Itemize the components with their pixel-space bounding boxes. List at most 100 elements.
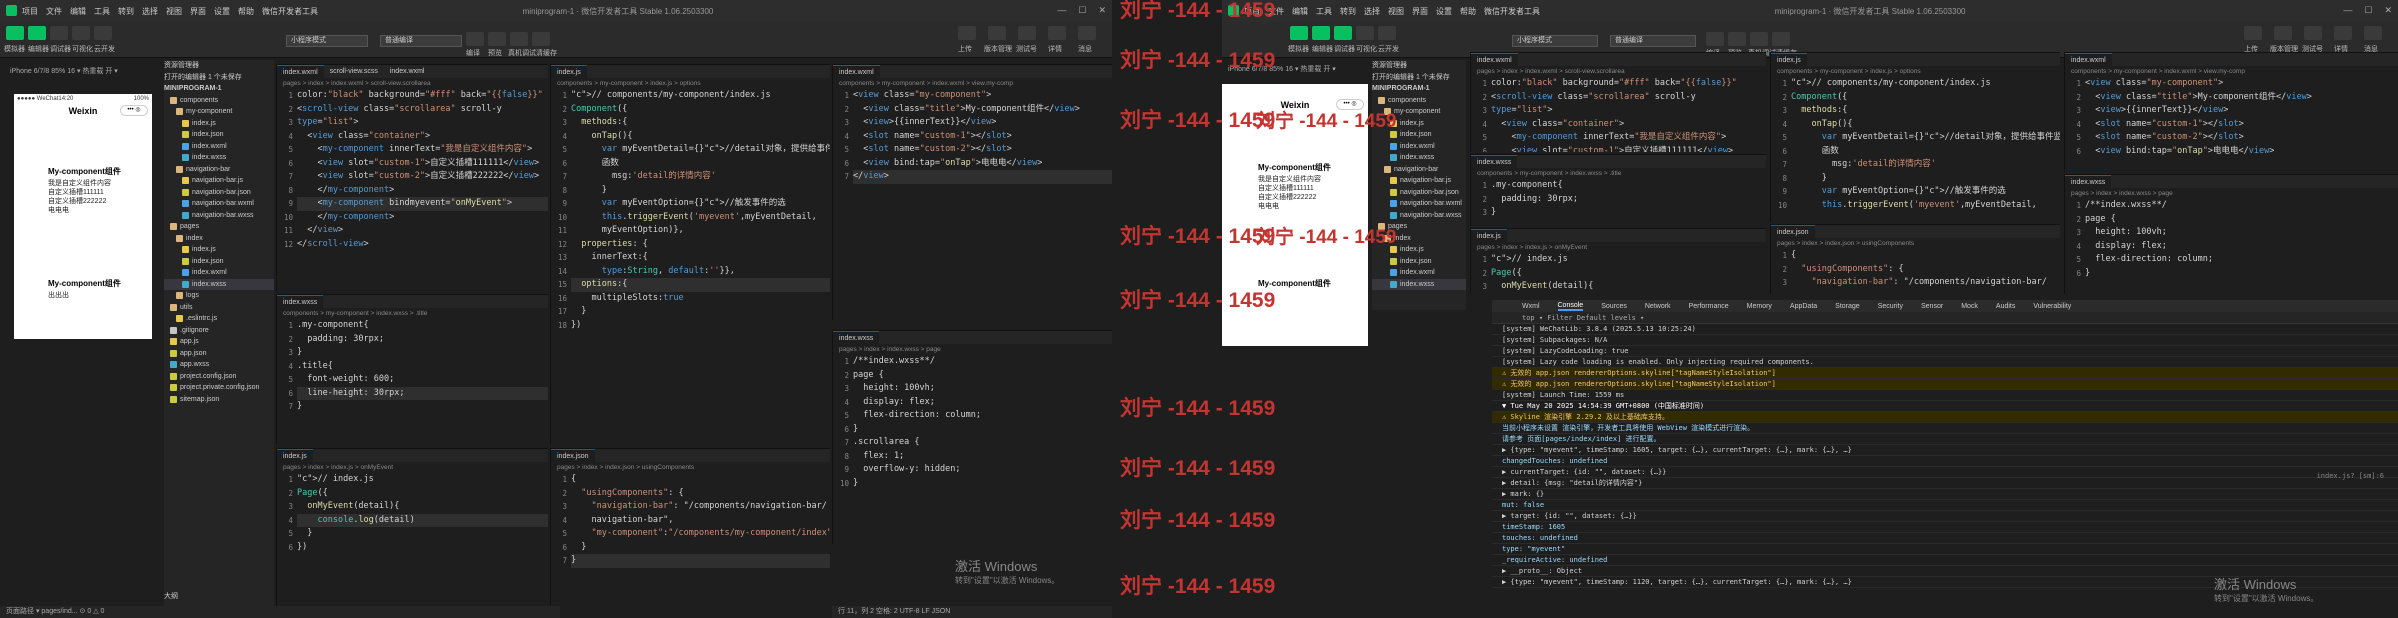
explorer-folder[interactable]: index — [164, 233, 274, 245]
menu-edit[interactable]: 编辑 — [1292, 6, 1308, 17]
console-log-line[interactable]: ▶ {type: "myevent", timeStamp: 1605, tar… — [1492, 445, 2398, 456]
code-line[interactable]: 1 "c">// index.js — [288, 473, 548, 487]
close-icon[interactable]: ✕ — [1098, 5, 1106, 16]
code-line[interactable]: 14 type:String, default:''}}, — [558, 265, 830, 279]
code-line[interactable]: 4 display: flex; — [844, 396, 1112, 410]
menu-goto[interactable]: 转到 — [1340, 6, 1356, 17]
explorer-folder[interactable]: navigation-bar — [1372, 164, 1466, 176]
code-line[interactable]: 3 onMyEvent(detail){ — [288, 500, 548, 514]
console-log-line[interactable]: mut: false — [1492, 500, 2398, 511]
explorer-file[interactable]: app.json — [164, 348, 274, 360]
code-line[interactable]: 2 Page({ — [1482, 267, 1766, 281]
code-line[interactable]: 11 myEventOption)}, — [558, 224, 830, 238]
code-line[interactable]: 2 "usingComponents": { — [1782, 263, 2060, 277]
debugger-tab-audits[interactable]: Audits — [1996, 303, 2015, 310]
code-line[interactable]: 1 color:"black" background="#fff" back="{… — [1482, 77, 1766, 91]
code-line[interactable]: 7 msg:'detail的详情内容' — [562, 170, 830, 184]
editor-toggle-icon[interactable] — [1312, 26, 1330, 40]
editor-toggle-icon[interactable] — [28, 26, 46, 40]
tab-scroll-view[interactable]: scroll-view.scss — [324, 68, 384, 75]
code-line[interactable]: 2 <view class="title">My-component组件</vi… — [2076, 91, 2398, 105]
console-log-line[interactable]: [system] Launch Time: 1559 ms — [1492, 390, 2398, 401]
menu-select[interactable]: 选择 — [1364, 6, 1380, 17]
code-area[interactable]: 1 "c">// components/my-component/index.js… — [1771, 77, 2060, 212]
console-source-link[interactable]: index.js? [sm]:6 — [2317, 472, 2384, 480]
code-area[interactable]: 1 "c">// index.js 2 Page({3 onMyEvent(detai… — [277, 473, 548, 554]
code-line[interactable]: 8 </my-component> — [288, 184, 548, 198]
code-line[interactable]: 2 "usingComponents": { — [562, 487, 830, 501]
version-icon[interactable] — [2274, 26, 2292, 40]
code-line[interactable]: 2 <view class="title">My-component组件</vi… — [844, 103, 1112, 117]
mode-select[interactable]: 小程序模式 — [1512, 35, 1598, 47]
code-line[interactable]: 10 this.triggerEvent('myevent',myEventDe… — [1778, 199, 2060, 213]
simulator-toggle-icon[interactable] — [6, 26, 24, 40]
code-line[interactable]: 13 innerText:{ — [558, 251, 830, 265]
explorer-file[interactable]: app.js — [164, 336, 274, 348]
menu-help[interactable]: 帮助 — [1460, 6, 1476, 17]
console-log-line[interactable]: touches: undefined — [1492, 533, 2398, 544]
explorer-file[interactable]: index.wxml — [1372, 267, 1466, 279]
menu-view[interactable]: 视图 — [166, 6, 182, 17]
capsule-menu-icon[interactable]: ••• ◎ — [120, 105, 148, 116]
debugger-tab-performance[interactable]: Performance — [1689, 303, 1729, 310]
explorer-folder[interactable]: navigation-bar — [164, 164, 274, 176]
debugger-tab-vulnerability[interactable]: Vulnerability — [2033, 303, 2071, 310]
explorer-file[interactable]: navigation-bar.wxml — [1372, 198, 1466, 210]
code-line[interactable]: 6}) — [288, 541, 548, 555]
code-line[interactable]: 1 <view class="my-component"> — [2076, 77, 2398, 91]
explorer-file[interactable]: project.private.config.json — [164, 382, 274, 394]
clear-cache-icon[interactable] — [1772, 32, 1790, 46]
debugger-tab-memory[interactable]: Memory — [1747, 303, 1772, 310]
open-editors[interactable]: 打开的编辑器 1 个未保存 — [164, 72, 274, 84]
menu-wechat-devtools[interactable]: 微信开发者工具 — [262, 6, 318, 17]
explorer-file[interactable]: index.wxss — [164, 152, 274, 164]
code-area[interactable]: 1 .my-component{2 padding: 30rpx; 3} 4 .titl… — [277, 319, 548, 414]
code-area[interactable]: 1{2 "usingComponents": {3 "navigation-ba… — [1771, 249, 2060, 290]
console-log-line[interactable]: ▼ Tue May 20 2025 14:54:39 GMT+0800 (中国标… — [1492, 401, 2398, 412]
code-line[interactable]: 12 properties: { — [558, 238, 830, 252]
tab-component-wxml[interactable]: index.wxml — [833, 65, 880, 78]
project-root[interactable]: MINIPROGRAM-1 — [164, 83, 274, 95]
code-line[interactable]: 5 var myEventDetail={}"c">//detail对象，提供给… — [562, 143, 830, 157]
code-line[interactable]: 1{ — [1782, 249, 2060, 263]
explorer-file[interactable]: navigation-bar.js — [1372, 175, 1466, 187]
menu-interface[interactable]: 界面 — [1412, 6, 1428, 17]
code-line[interactable]: 2 page { — [844, 369, 1112, 383]
explorer-file[interactable]: navigation-bar.wxss — [164, 210, 274, 222]
explorer-file[interactable]: index.json — [164, 129, 274, 141]
debugger-tab-network[interactable]: Network — [1645, 303, 1671, 310]
code-line[interactable]: 7} — [562, 554, 830, 568]
explorer-file[interactable]: project.config.json — [164, 371, 274, 383]
debugger-toggle-icon[interactable] — [50, 26, 68, 40]
mode-select[interactable]: 小程序模式 — [286, 35, 368, 47]
code-line[interactable]: 5 "my-component":"/components/my-compone… — [562, 527, 830, 541]
test-account-icon[interactable] — [1018, 26, 1036, 40]
code-line[interactable]: 5 <my-component innerText="我是自定义组件内容"> — [288, 143, 548, 157]
code-line[interactable]: 6 函数 — [1782, 145, 2060, 159]
code-line[interactable]: 3 "navigation-bar": "/components/navigat… — [562, 500, 830, 514]
code-line[interactable]: 1 <view class="my-component"> — [844, 89, 1112, 103]
code-line[interactable]: 6 函数 — [562, 157, 830, 171]
code-line[interactable]: 6 line-height: 30rpx; — [288, 386, 548, 400]
code-line[interactable]: 3 <view>{{innerText}}</view> — [2076, 104, 2398, 118]
code-line[interactable]: 1{ — [562, 473, 830, 487]
tab-component-wxss[interactable]: index.wxss — [1471, 155, 1518, 168]
console-log-line[interactable]: timeStamp: 1605 — [1492, 522, 2398, 533]
debugger-tab-mock[interactable]: Mock — [1961, 303, 1978, 310]
tab-component-js[interactable]: index.js — [1771, 53, 1807, 66]
maximize-icon[interactable]: ☐ — [2364, 5, 2372, 16]
code-line[interactable]: 3 methods:{ — [562, 116, 830, 130]
code-line[interactable]: 8 } — [1782, 172, 2060, 186]
code-line[interactable]: 2 padding: 30rpx; — [288, 333, 548, 347]
code-line[interactable]: 1 color:"black" background="#fff" back="{… — [288, 89, 548, 103]
code-line[interactable]: 3} — [1482, 206, 1766, 220]
debugger-tab-console[interactable]: Console — [1557, 302, 1584, 311]
explorer-file[interactable]: navigation-bar.wxml — [164, 198, 274, 210]
details-icon[interactable] — [1048, 26, 1066, 40]
project-root[interactable]: MINIPROGRAM-1 — [1372, 83, 1466, 95]
code-line[interactable]: 5 } — [288, 527, 548, 541]
explorer-file[interactable]: navigation-bar.js — [164, 175, 274, 187]
explorer-file[interactable]: index.wxss — [1372, 278, 1466, 290]
code-line[interactable]: 11 </view> — [284, 224, 548, 238]
test-account-icon[interactable] — [2304, 26, 2322, 40]
